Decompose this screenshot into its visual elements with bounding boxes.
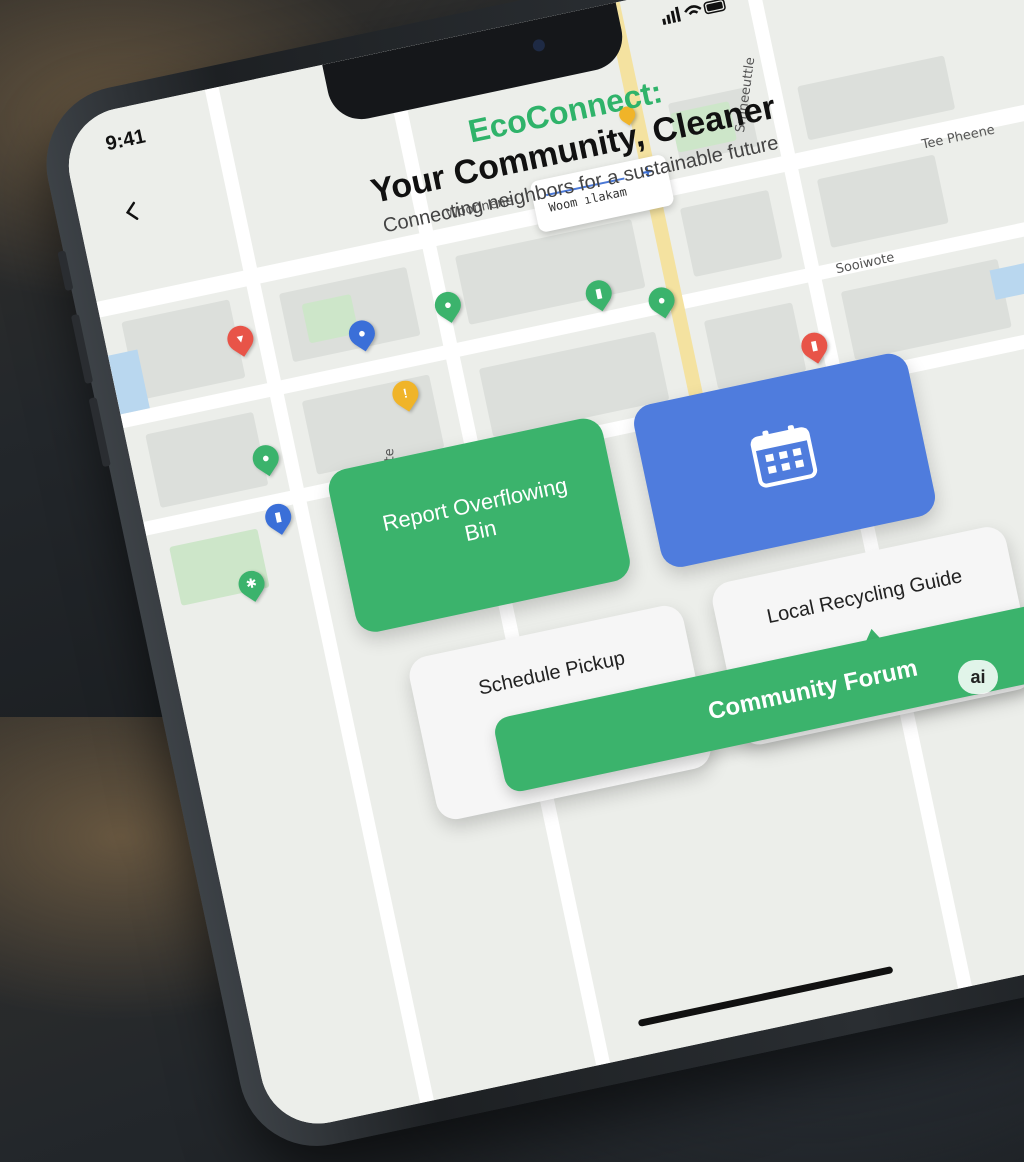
recycle-icon: ●	[260, 449, 272, 466]
calendar-icon	[750, 425, 818, 488]
bin-icon: ▮	[593, 284, 604, 301]
ai-watermark: ai	[958, 660, 998, 694]
front-camera	[531, 38, 546, 53]
phone-screen: Woonnene Tee Pheene Sooiwote Bichiibtte …	[58, 0, 1024, 1135]
report-overflowing-bin-label: Report Overflowing Bin	[380, 472, 570, 547]
warning-icon: !	[401, 385, 409, 401]
bin-icon: ▮	[809, 337, 820, 354]
recycle-icon: ✱	[244, 574, 259, 592]
recycle-icon: ●	[356, 324, 368, 342]
recycle-icon: ●	[442, 296, 454, 313]
recycle-icon: ●	[656, 291, 667, 309]
phone: Woonnene Tee Pheene Sooiwote Bichiibtte …	[32, 0, 1024, 1161]
bin-icon: ▾	[235, 330, 246, 347]
bin-icon: ▮	[273, 508, 284, 525]
street-label: Sooiwote	[834, 250, 896, 278]
scene: Woonnene Tee Pheene Sooiwote Bichiibtte …	[0, 0, 1024, 1161]
